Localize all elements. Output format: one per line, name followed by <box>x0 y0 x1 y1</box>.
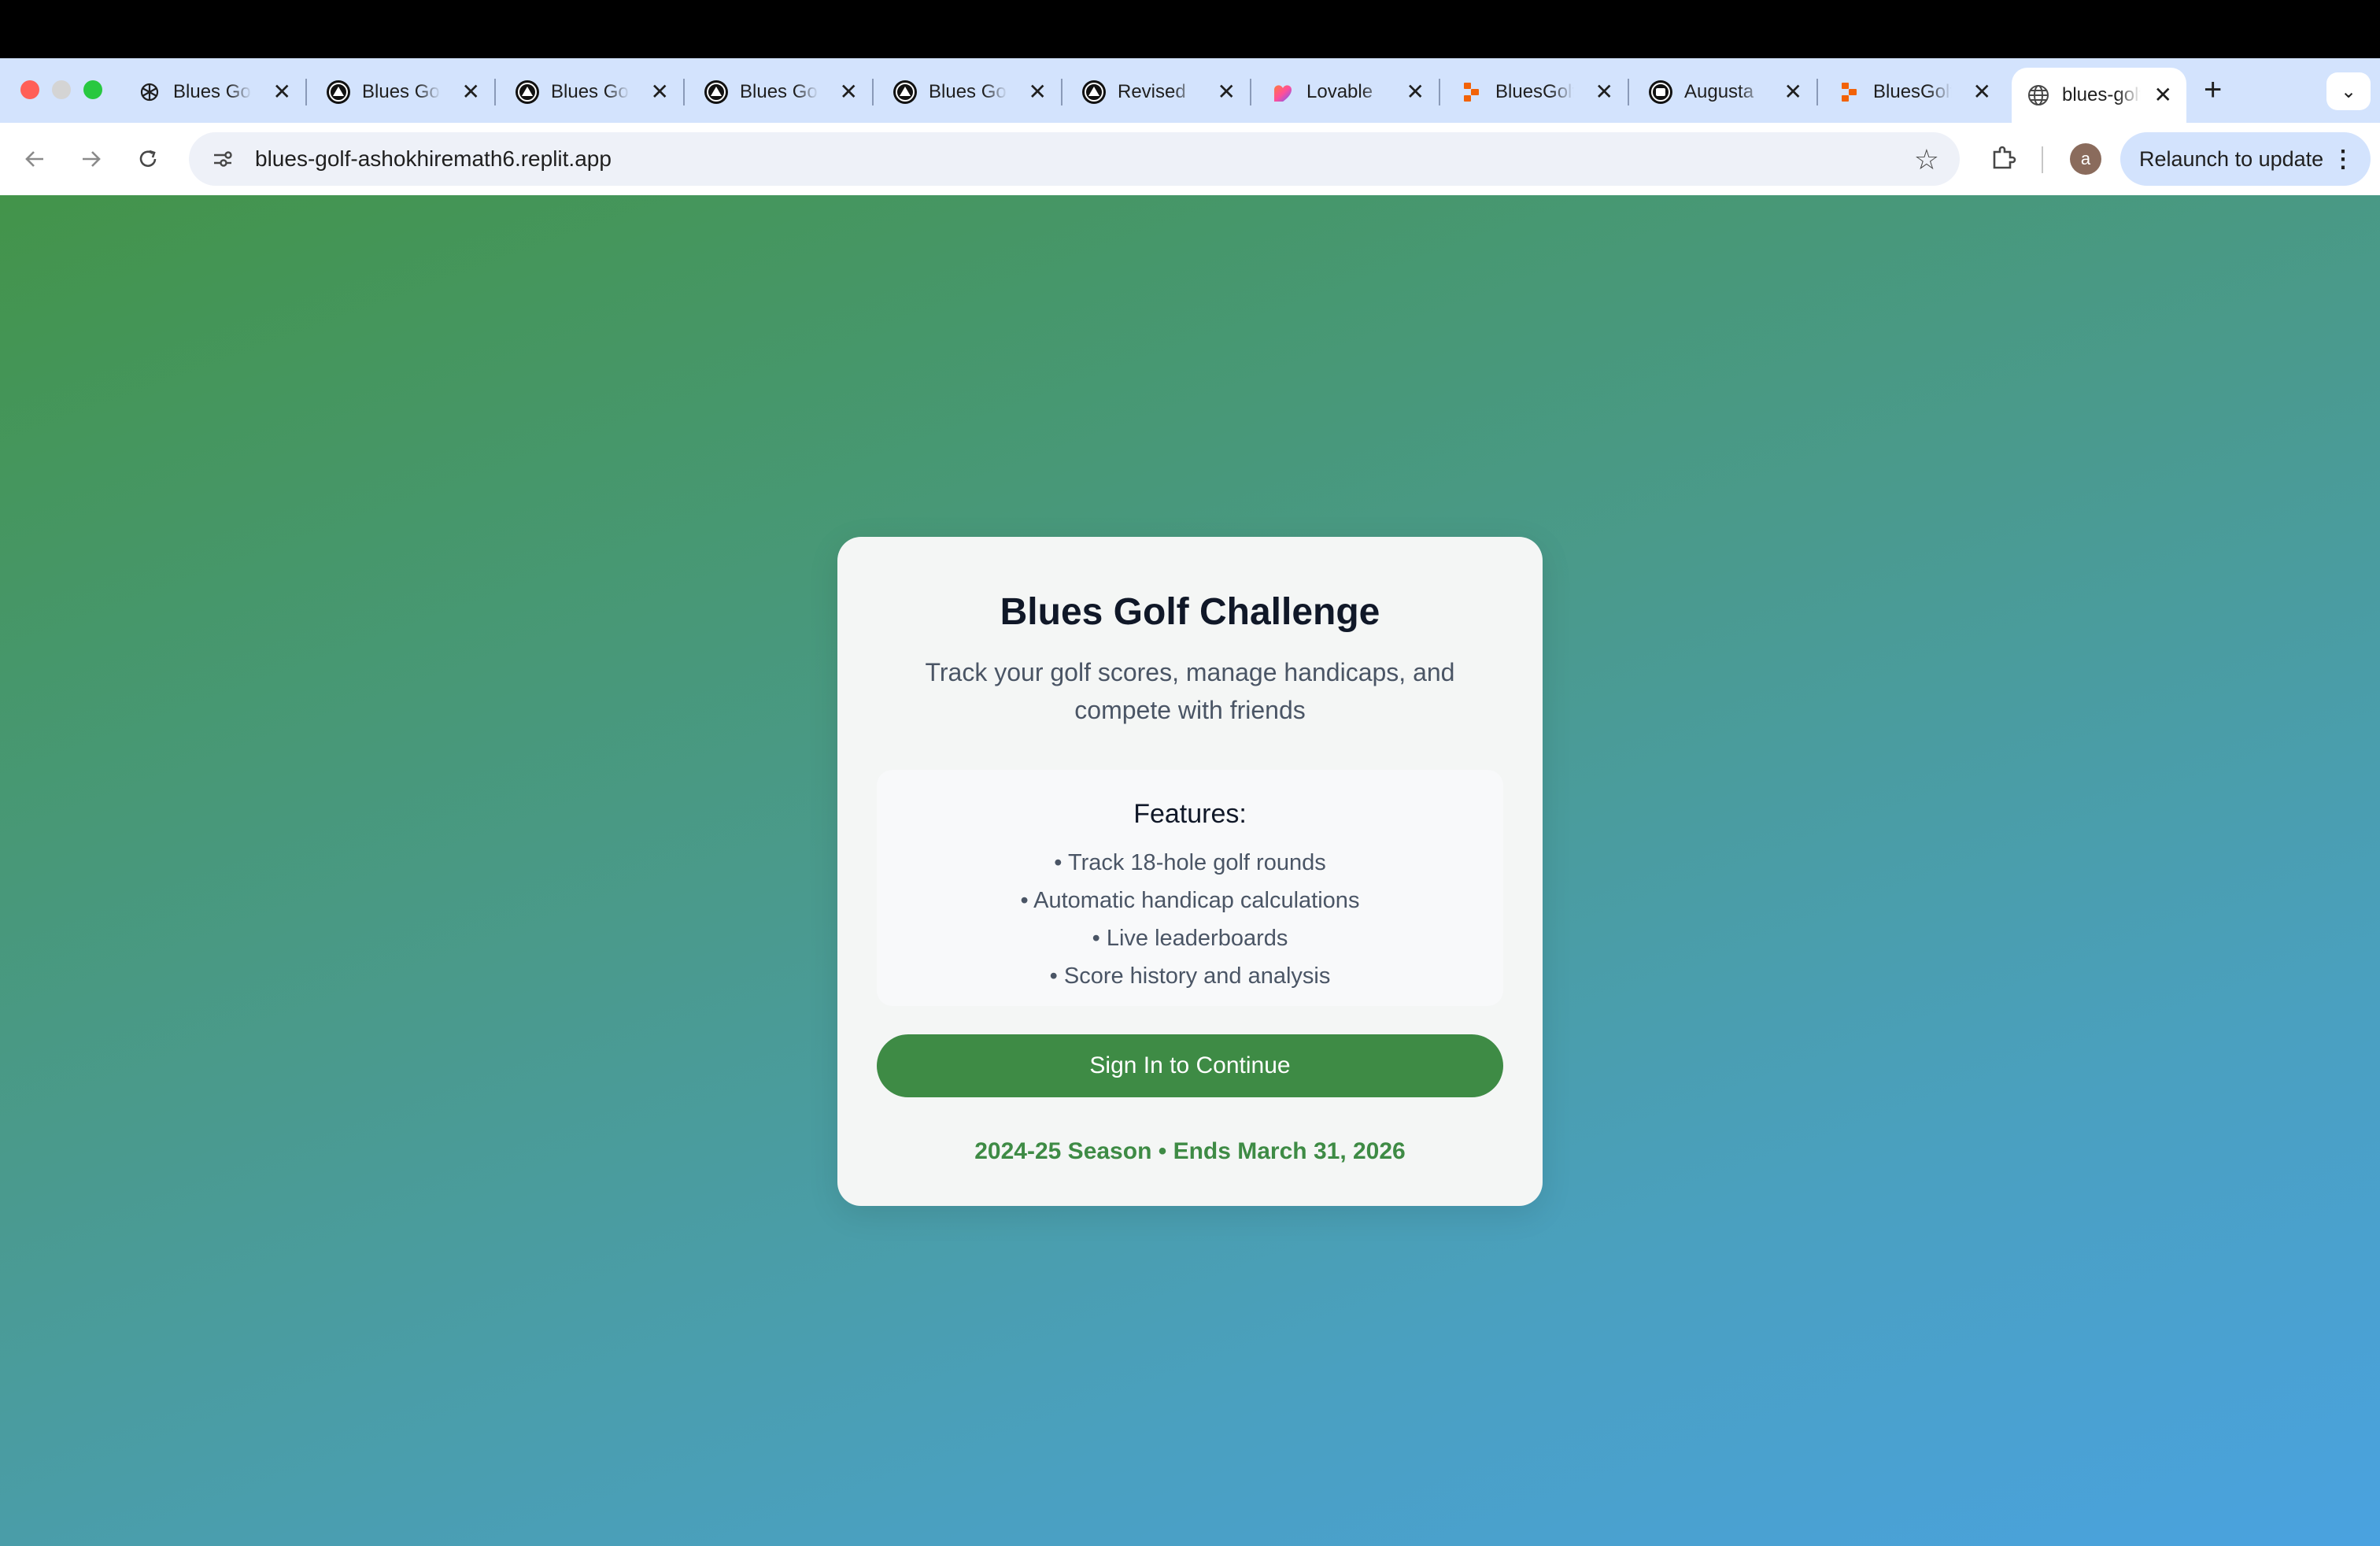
tab-close-icon[interactable]: ✕ <box>273 81 291 103</box>
claude-icon <box>1648 80 1673 105</box>
tab-3[interactable]: Blues Golf ✕ <box>689 68 874 117</box>
features-heading: Features: <box>1133 799 1247 829</box>
site-settings-icon[interactable] <box>209 146 236 172</box>
sign-in-button[interactable]: Sign In to Continue <box>877 1034 1503 1097</box>
tab-close-icon[interactable]: ✕ <box>1029 81 1047 103</box>
welcome-card: Blues Golf Challenge Track your golf sco… <box>837 537 1543 1206</box>
bookmark-star-icon[interactable]: ☆ <box>1914 143 1939 176</box>
relaunch-to-update-button[interactable]: Relaunch to update ⋮ <box>2120 132 2371 186</box>
tab-title: Augusta <box>1684 81 1754 102</box>
tab-0[interactable]: Blues Golf ✕ <box>123 68 307 117</box>
tab-separator <box>1628 79 1629 105</box>
tab-title: Blues Golf <box>929 81 1007 102</box>
tab-title: BluesGolf <box>1495 81 1574 102</box>
tab-separator <box>305 79 307 105</box>
macos-menubar <box>0 0 2380 58</box>
tab-separator <box>1816 79 1818 105</box>
tab-separator <box>872 79 874 105</box>
tab-close-icon[interactable]: ✕ <box>1218 81 1236 103</box>
reload-icon[interactable] <box>129 140 167 178</box>
tab-separator <box>1061 79 1062 105</box>
forward-icon[interactable] <box>72 140 110 178</box>
tab-separator <box>494 79 496 105</box>
extensions-puzzle-icon[interactable] <box>1985 140 2021 176</box>
tab-close-icon[interactable]: ✕ <box>840 81 858 103</box>
tab-title: BluesGolf <box>1873 81 1952 102</box>
tab-close-icon[interactable]: ✕ <box>1595 81 1613 103</box>
tab-title: Revised <box>1118 81 1186 102</box>
browser-toolbar: blues-golf-ashokhiremath6.replit.app ☆ a… <box>0 123 2380 195</box>
new-tab-button[interactable]: + <box>2204 74 2222 105</box>
page-subtitle: Track your golf scores, manage handicaps… <box>925 658 1455 724</box>
tab-title: Blues Golf <box>551 81 630 102</box>
season-info: 2024-25 Season • Ends March 31, 2026 <box>974 1138 1406 1164</box>
replit-icon <box>1459 80 1484 105</box>
globe-icon <box>2026 83 2051 108</box>
back-icon[interactable] <box>16 140 54 178</box>
feature-item: • Score history and analysis <box>1049 963 1331 989</box>
tab-separator <box>1250 79 1251 105</box>
tab-close-icon[interactable]: ✕ <box>2154 84 2172 106</box>
tab-close-icon[interactable]: ✕ <box>1973 81 1991 103</box>
tab-4[interactable]: Blues Golf ✕ <box>878 68 1062 117</box>
tab-7[interactable]: BluesGolf ✕ <box>1445 68 1629 117</box>
openai-icon <box>137 80 162 105</box>
triangle-logo-icon <box>704 80 729 105</box>
page-background: Blues Golf Challenge Track your golf sco… <box>0 195 2380 1546</box>
url-text: blues-golf-ashokhiremath6.replit.app <box>255 146 612 171</box>
tab-close-icon[interactable]: ✕ <box>1784 81 1802 103</box>
address-bar[interactable]: blues-golf-ashokhiremath6.replit.app ☆ <box>189 132 1960 186</box>
tab-search-button[interactable]: ⌄ <box>2326 72 2371 110</box>
features-box: Features: • Track 18-hole golf rounds • … <box>877 770 1503 1006</box>
tab-9[interactable]: BluesGolf ✕ <box>1823 68 2005 117</box>
feature-item: • Track 18-hole golf rounds <box>1054 850 1326 875</box>
features-list: • Track 18-hole golf rounds • Automatic … <box>877 844 1503 995</box>
tab-1[interactable]: Blues Golf ✕ <box>312 68 496 117</box>
feature-item: • Live leaderboards <box>1092 926 1288 951</box>
tab-close-icon[interactable]: ✕ <box>651 81 669 103</box>
tab-title: Blues Golf <box>740 81 819 102</box>
tab-5[interactable]: Revised ✕ <box>1067 68 1251 117</box>
feature-item: • Automatic handicap calculations <box>1020 888 1360 913</box>
tab-strip: Blues Golf ✕ Blues Golf ✕ Blues Golf ✕ B… <box>0 58 2380 123</box>
tab-close-icon[interactable]: ✕ <box>462 81 480 103</box>
tab-2[interactable]: Blues Golf ✕ <box>501 68 685 117</box>
window-close-button[interactable] <box>20 80 39 99</box>
triangle-logo-icon <box>893 80 918 105</box>
tab-separator <box>683 79 685 105</box>
replit-icon <box>1837 80 1862 105</box>
lovable-heart-icon <box>1270 80 1295 105</box>
tab-separator <box>1439 79 1440 105</box>
tab-10-active[interactable]: blues-golf ✕ <box>2012 68 2186 123</box>
toolbar-divider <box>2042 146 2043 173</box>
more-menu-icon[interactable]: ⋮ <box>2331 146 2355 173</box>
tab-close-icon[interactable]: ✕ <box>1406 81 1425 103</box>
triangle-logo-icon <box>515 80 540 105</box>
tab-title: Blues Golf <box>173 81 252 102</box>
relaunch-label: Relaunch to update <box>2139 146 2324 171</box>
triangle-logo-icon <box>1081 80 1107 105</box>
triangle-logo-icon <box>326 80 351 105</box>
tab-title: Blues Golf <box>362 81 441 102</box>
profile-avatar[interactable]: a <box>2070 143 2101 175</box>
tab-title: blues-golf <box>2062 84 2141 105</box>
page-title: Blues Golf Challenge <box>1000 591 1380 633</box>
tab-title: Lovable <box>1306 81 1373 102</box>
window-zoom-button[interactable] <box>83 80 102 99</box>
tab-6[interactable]: Lovable ✕ <box>1256 68 1440 117</box>
window-minimize-button[interactable] <box>52 80 71 99</box>
tab-8[interactable]: Augusta ✕ <box>1634 68 1818 117</box>
